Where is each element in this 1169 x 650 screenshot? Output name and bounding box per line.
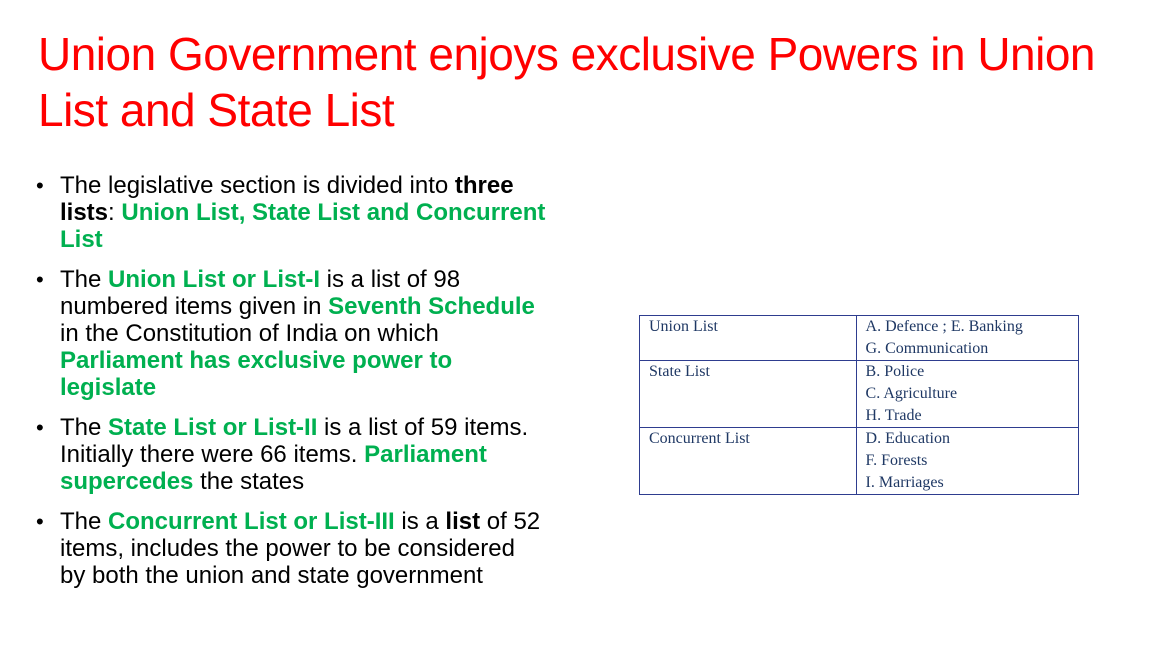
bullet-text-highlight: Concurrent List or List-III [108,508,395,535]
table-cell-list-name: State List [639,360,857,428]
bullet-item: • The Union List or List-I is a list of … [36,266,546,401]
bullet-item: • The State List or List-II is a list of… [36,414,546,495]
bullet-dot-icon: • [36,415,44,440]
bullet-text-highlight: State List or List-II [108,414,318,441]
bullet-text-highlight: Parliament has exclusive power to legisl… [60,347,453,401]
table-row: State List B. Police C. Agriculture H. T… [639,360,1080,428]
table-item: C. Agriculture [865,385,958,402]
table-cell-list-name: Concurrent List [639,427,857,495]
table-item: G. Communication [865,340,989,357]
bullet-dot-icon: • [36,267,44,292]
slide: Union Government enjoys exclusive Powers… [0,0,1169,650]
bullet-text: : [108,199,122,226]
table-item: B. Police [865,363,925,380]
bullet-text: The legislative section is divided into [60,172,455,199]
bullet-item: • The Concurrent List or List-III is a l… [36,508,546,589]
table-item: H. Trade [865,407,922,424]
bullet-text: is a [394,508,446,535]
bullet-text-highlight: Union List, State List and Concurrent Li… [60,199,546,253]
table-row: Concurrent List D. Education F. Forests … [639,427,1080,495]
table-cell-items: A. Defence ; E. Banking G. Communication [855,315,1080,361]
bullet-text-bold: list [445,508,481,535]
slide-title: Union Government enjoys exclusive Powers… [38,28,1096,136]
table-item: F. Forests [865,452,928,469]
table-cell-list-name: Union List [639,315,857,361]
bullet-text: in the Constitution of India on which [60,320,439,347]
bullet-text: The [60,508,109,535]
bullet-dot-icon: • [36,509,44,534]
bullet-text: The [60,414,109,441]
table-item: A. Defence ; E. Banking [865,318,1023,335]
table-item: D. Education [865,430,950,447]
table-item: I. Marriages [865,474,944,491]
bullet-item: • The legislative section is divided int… [36,172,546,253]
table-row: Union List A. Defence ; E. Banking G. Co… [639,315,1080,361]
bullet-list: • The legislative section is divided int… [36,172,546,602]
bullet-text: The [60,266,109,293]
bullet-text-highlight: Union List or List-I [108,266,321,293]
table-cell-items: B. Police C. Agriculture H. Trade [855,360,1080,428]
bullet-dot-icon: • [36,173,44,198]
bullet-text: the states [193,468,305,495]
bullet-text-highlight: Seventh Schedule [328,293,535,320]
lists-table: Union List A. Defence ; E. Banking G. Co… [639,315,1080,495]
table-cell-items: D. Education F. Forests I. Marriages [855,427,1080,495]
